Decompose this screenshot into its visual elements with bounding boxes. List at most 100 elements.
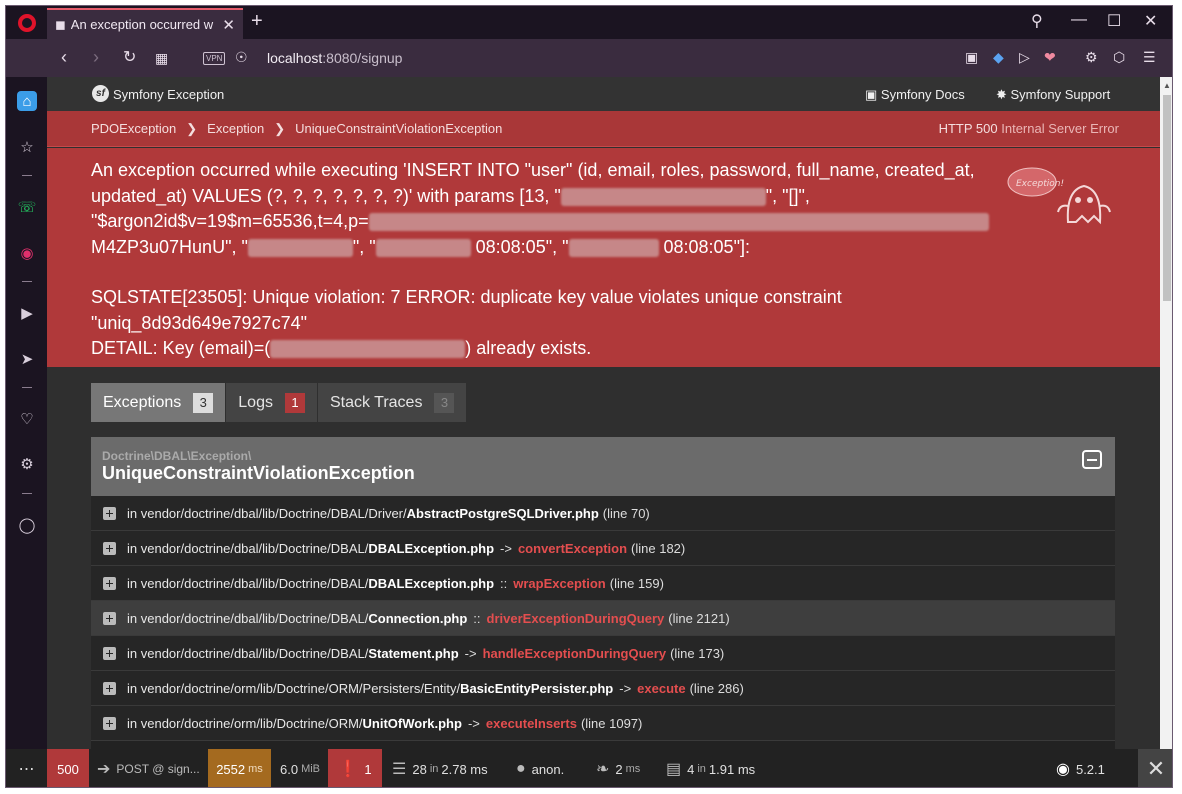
exception-tabs: Exceptions 3 Logs 1 Stack Traces 3 <box>91 383 468 422</box>
instagram-icon[interactable]: ◉ <box>17 243 37 263</box>
settings-icon[interactable]: ⚙ <box>1085 49 1098 66</box>
expand-icon[interactable] <box>103 716 116 730</box>
trace-frame[interactable]: in vendor/doctrine/dbal/lib/Doctrine/DBA… <box>91 636 1115 671</box>
count-badge: 3 <box>193 392 214 413</box>
error-icon: ❗ <box>338 761 359 778</box>
trace-frame[interactable]: in vendor/doctrine/orm/lib/Doctrine/ORM/… <box>91 706 1115 741</box>
toolbar-request[interactable]: ➔ POST @ sign... <box>97 749 208 787</box>
redacted-text <box>247 238 353 257</box>
favorites-icon[interactable]: ♡ <box>17 409 37 429</box>
url-field[interactable]: localhost:8080/signup <box>267 50 402 66</box>
book-icon: ▣ <box>865 87 881 102</box>
toolbar-status-code[interactable]: 500 <box>47 749 89 787</box>
toolbar-twig[interactable]: ❧ 2 ms <box>596 749 640 787</box>
exception-ghost-illustration: Exception! <box>1007 167 1111 225</box>
http-status: HTTP 500 Internal Server Error <box>938 121 1119 136</box>
speed-dial-icon[interactable]: ▦ <box>155 50 168 67</box>
exception-message: An exception occurred while executing 'I… <box>47 148 1160 367</box>
toolbar-database[interactable]: ☰ 28 in 2.78 ms <box>392 749 488 787</box>
symfony-logo-icon: sf <box>92 85 109 102</box>
page-content: sf Symfony Exception ▣ Symfony Docs ✸ Sy… <box>47 77 1160 749</box>
new-tab-icon[interactable]: + <box>251 10 263 33</box>
symfony-docs-link[interactable]: ▣ Symfony Docs <box>865 87 965 103</box>
toolbar-close-icon[interactable]: ✕ <box>1138 749 1172 787</box>
opera-sidebar: ⌂ ☆ ☏ ◉ ▶ ➤ ♡ ⚙ ◯ ⋯ <box>6 77 47 787</box>
expand-icon[interactable] <box>103 576 116 590</box>
toolbar-memory[interactable]: 6.0 MiB <box>280 749 320 787</box>
settings-sidebar-icon[interactable]: ⚙ <box>17 454 37 474</box>
lightbulb-icon[interactable]: ◯ <box>17 515 37 535</box>
redacted-text <box>270 340 466 359</box>
reload-icon[interactable]: ↻ <box>123 47 136 67</box>
tab-title: An exception occurred w <box>70 17 214 32</box>
toolbar-symfony-version[interactable]: ◉ 5.2.1 <box>1056 749 1105 787</box>
home-icon[interactable]: ⌂ <box>17 91 37 111</box>
exception-header: Doctrine\DBAL\Exception\ UniqueConstrain… <box>91 437 1115 496</box>
arrow-right-icon: ➔ <box>97 761 111 778</box>
forward-icon[interactable]: › <box>93 47 99 68</box>
trace-frame[interactable]: in vendor/doctrine/dbal/lib/Doctrine/DBA… <box>91 601 1115 636</box>
browser-window: ◼ An exception occurred w ✕ + ⚲ — ☐ ✕ ‹ … <box>5 5 1173 788</box>
player-icon[interactable]: ▶ <box>17 303 37 323</box>
expand-icon[interactable] <box>103 541 116 555</box>
trace-frame[interactable]: in vendor/doctrine/dbal/lib/Doctrine/DBA… <box>91 496 1115 531</box>
heart-icon[interactable]: ❤ <box>1044 49 1056 66</box>
user-icon: ● <box>516 760 526 777</box>
scroll-up-icon[interactable]: ▲ <box>1163 81 1171 90</box>
close-window-icon[interactable]: ✕ <box>1144 11 1157 31</box>
sidebar-divider <box>22 281 32 282</box>
redacted-text <box>568 238 659 257</box>
tab-stack-traces[interactable]: Stack Traces 3 <box>317 383 468 422</box>
exception-namespace: Doctrine\DBAL\Exception\ <box>102 449 252 463</box>
whatsapp-icon[interactable]: ☏ <box>17 197 37 217</box>
easy-setup-icon[interactable]: ☰ <box>1143 49 1156 66</box>
address-bar: ‹ › ↻ ▦ VPN ☉ localhost:8080/signup ▣ ◆ … <box>47 39 1172 77</box>
opera-logo-icon[interactable] <box>18 14 36 32</box>
tab-close-icon[interactable]: ✕ <box>222 16 235 34</box>
trace-frame[interactable]: in vendor/doctrine/orm/lib/Doctrine/ORM/… <box>91 671 1115 706</box>
search-tabs-icon[interactable]: ⚲ <box>1031 11 1043 31</box>
expand-icon[interactable] <box>103 681 116 695</box>
shield-icon[interactable]: ◆ <box>993 49 1004 66</box>
vpn-badge[interactable]: VPN <box>203 52 226 65</box>
symfony-header: sf Symfony Exception ▣ Symfony Docs ✸ Sy… <box>47 77 1160 111</box>
expand-icon[interactable] <box>103 611 116 625</box>
expand-icon[interactable] <box>103 646 116 660</box>
snapshot-icon[interactable]: ▣ <box>965 49 978 66</box>
trace-frame[interactable]: in vendor/doctrine/dbal/lib/Doctrine/DBA… <box>91 566 1115 601</box>
back-icon[interactable]: ‹ <box>61 47 67 68</box>
sidebar-divider <box>22 175 32 176</box>
chevron-right-icon: ❯ <box>274 121 286 136</box>
symfony-support-link[interactable]: ✸ Symfony Support <box>996 87 1110 103</box>
bookmarks-icon[interactable]: ☆ <box>17 137 37 157</box>
toolbar-errors[interactable]: ❗ 1 <box>328 749 382 787</box>
exception-chain-bar: PDOException ❯ Exception ❯ UniqueConstra… <box>47 111 1160 147</box>
maximize-icon[interactable]: ☐ <box>1107 11 1121 31</box>
twig-icon: ❧ <box>596 761 610 778</box>
trace-frame[interactable]: in vendor/doctrine/dbal/lib/Doctrine/DBA… <box>91 531 1115 566</box>
extensions-icon[interactable]: ⬡ <box>1113 49 1125 66</box>
browser-tab[interactable]: ◼ An exception occurred w ✕ <box>47 8 243 39</box>
breadcrumb-item: UniqueConstraintViolationException <box>295 121 503 136</box>
breadcrumb-item: Exception <box>207 121 265 136</box>
minimize-icon[interactable]: — <box>1071 11 1087 29</box>
tab-exceptions[interactable]: Exceptions 3 <box>91 383 227 422</box>
sidebar-more-icon[interactable]: ⋯ <box>6 749 47 787</box>
tab-logs[interactable]: Logs 1 <box>226 383 318 422</box>
page-scrollbar[interactable]: ▲ <box>1160 77 1172 749</box>
flow-icon[interactable]: ➤ <box>17 349 37 369</box>
collapse-icon[interactable] <box>1082 450 1102 469</box>
toolbar-user[interactable]: ● anon. <box>516 749 564 787</box>
globe-icon: ☉ <box>235 49 248 65</box>
redacted-text <box>375 238 471 257</box>
toolbar-time[interactable]: 2552 ms <box>208 749 271 787</box>
breadcrumb: PDOException ❯ Exception ❯ UniqueConstra… <box>91 121 502 137</box>
redacted-text <box>560 187 766 206</box>
scrollbar-thumb[interactable] <box>1163 95 1171 301</box>
send-icon[interactable]: ▷ <box>1019 49 1030 66</box>
redacted-text <box>368 213 989 232</box>
toolbar-cache[interactable]: ▤ 4 in 1.91 ms <box>666 749 755 787</box>
tab-bar: ◼ An exception occurred w ✕ + ⚲ — ☐ ✕ <box>6 6 1172 39</box>
incognito-icon: ◼ <box>55 16 66 32</box>
expand-icon[interactable] <box>103 506 116 520</box>
